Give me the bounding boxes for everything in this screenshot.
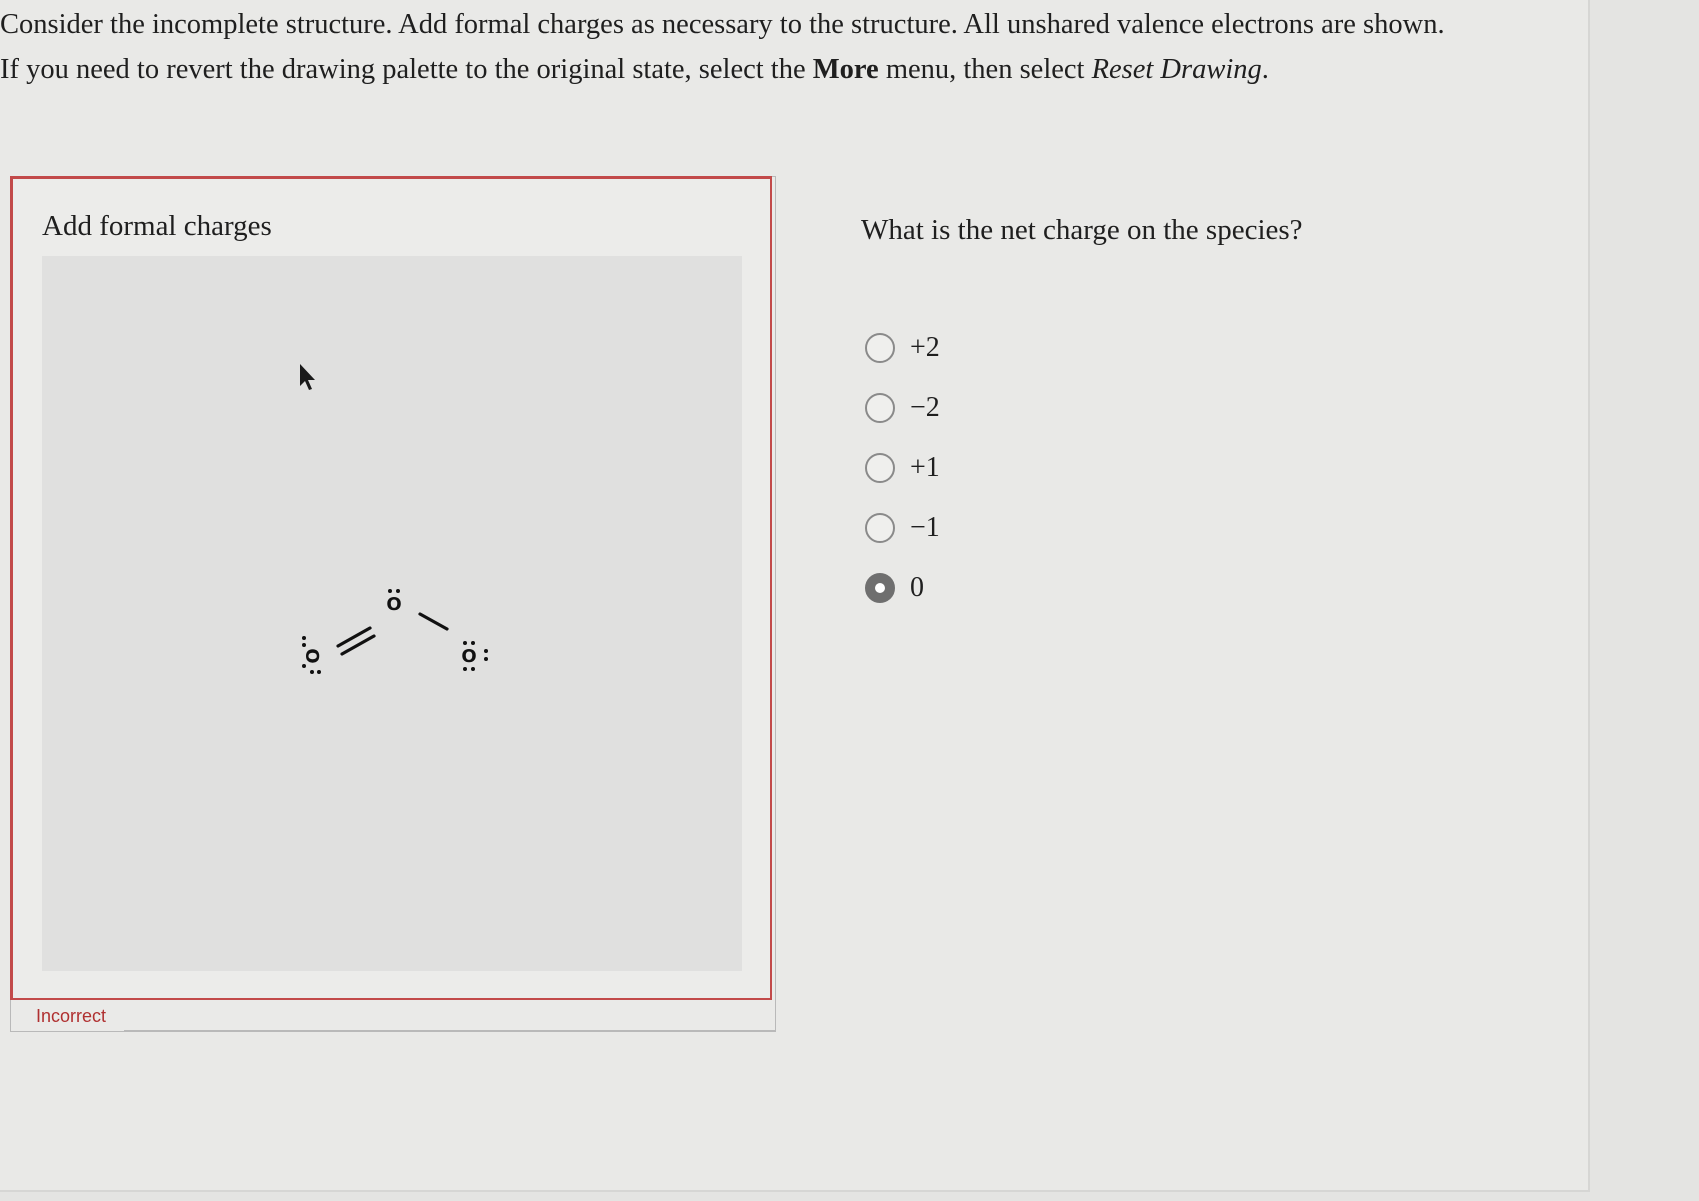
atom-oxygen-right[interactable]: O — [461, 641, 488, 671]
cursor-icon — [300, 364, 315, 390]
double-bond[interactable] — [336, 626, 376, 656]
option-plus-2[interactable]: +2 — [865, 318, 940, 378]
radio-button[interactable] — [865, 393, 895, 423]
instruction-line-1: Consider the incomplete structure. Add f… — [0, 9, 1445, 40]
instruction-text: . — [1261, 54, 1269, 85]
atom-oxygen-center[interactable]: O — [386, 589, 402, 615]
option-label: +1 — [910, 452, 940, 483]
drawing-panel-title: Add formal charges — [42, 210, 272, 242]
atom-label-right: O — [461, 646, 476, 667]
status-divider — [124, 1030, 776, 1031]
atom-label-center: O — [386, 594, 401, 615]
option-minus-2[interactable]: −2 — [865, 378, 940, 438]
instructions: Consider the incomplete structure. Add f… — [0, 2, 1590, 92]
option-label: −1 — [910, 512, 940, 543]
status-incorrect: Incorrect — [36, 1006, 107, 1026]
lone-pair-dots — [388, 589, 400, 593]
option-zero[interactable]: 0 — [865, 558, 940, 618]
atom-label-left: O — [303, 648, 324, 663]
instruction-text: menu, then select — [878, 54, 1092, 85]
option-label: −2 — [910, 392, 940, 423]
option-plus-1[interactable]: +1 — [865, 438, 940, 498]
molecule-structure[interactable]: O O O — [42, 256, 742, 971]
radio-button[interactable] — [865, 513, 895, 543]
option-minus-1[interactable]: −1 — [865, 498, 940, 558]
drawing-canvas[interactable]: O O O — [42, 256, 742, 971]
single-bond[interactable] — [418, 612, 449, 631]
radio-button[interactable] — [865, 333, 895, 363]
radio-button-selected[interactable] — [865, 573, 895, 603]
instruction-text: If you need to revert the drawing palett… — [0, 54, 813, 85]
radio-button[interactable] — [865, 453, 895, 483]
atom-oxygen-left[interactable]: O — [302, 636, 324, 674]
instruction-line-2: If you need to revert the drawing palett… — [0, 47, 1590, 92]
instruction-reset-drawing: Reset Drawing — [1091, 54, 1262, 85]
question-prompt: What is the net charge on the species? — [861, 214, 1303, 246]
option-label: +2 — [910, 332, 940, 363]
instruction-more-menu: More — [812, 54, 879, 85]
answer-options: +2 −2 +1 −1 0 — [865, 318, 940, 618]
page: Consider the incomplete structure. Add f… — [0, 0, 1590, 1192]
option-label: 0 — [910, 572, 924, 603]
